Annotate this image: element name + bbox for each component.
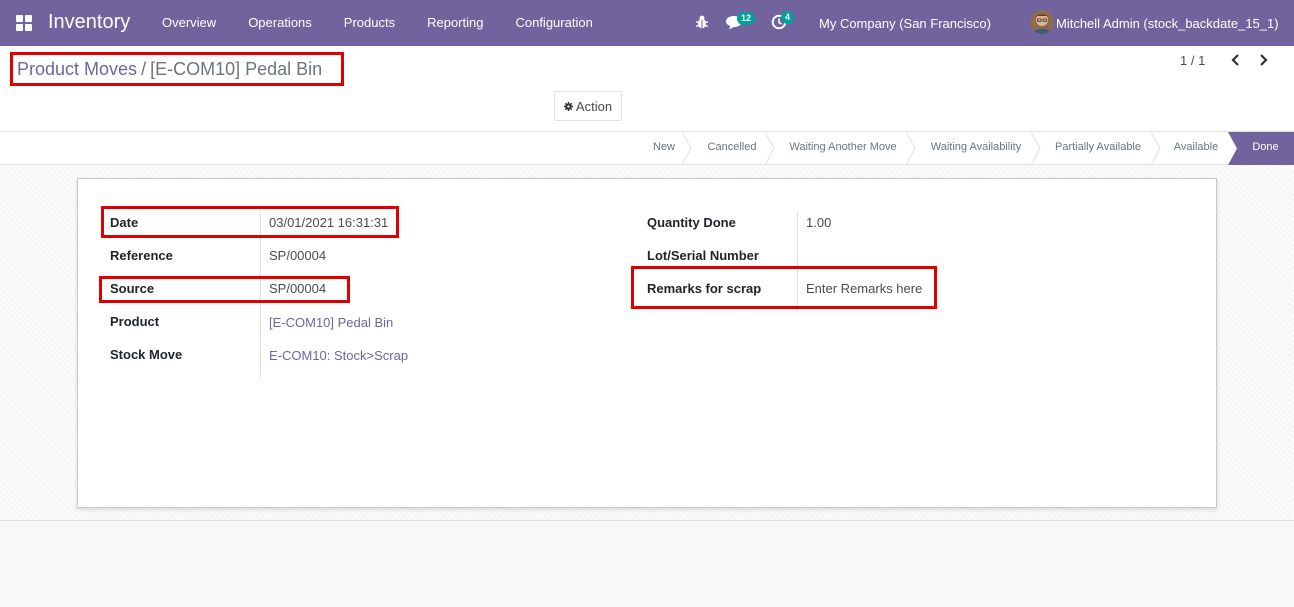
app-name[interactable]: Inventory <box>48 11 130 34</box>
quantity-done-field: 1.00 <box>806 215 832 230</box>
pager-previous-icon[interactable] <box>1228 52 1244 68</box>
stage-waiting-availability: Waiting Availability <box>930 141 1022 153</box>
stage-new: New <box>652 141 675 153</box>
main-menu: Overview Operations Products Reporting C… <box>146 0 609 46</box>
breadcrumb-separator: / <box>141 58 147 79</box>
pager-next-icon[interactable] <box>1255 52 1271 68</box>
control-panel: Product Moves / [E-COM10] Pedal Bin Acti… <box>0 46 1294 132</box>
date-highlight-box <box>101 206 399 238</box>
quantity-done-label: Quantity Done <box>647 215 736 230</box>
messages-count-badge: 12 <box>737 12 756 25</box>
action-button-label: Action <box>575 98 613 114</box>
product-label: Product <box>110 314 160 329</box>
top-navbar: Inventory Overview Operations Products R… <box>0 0 1294 46</box>
stage-partially-available: Partially Available <box>1054 141 1141 153</box>
stage-cancelled: Cancelled <box>707 141 757 153</box>
menu-item-configuration[interactable]: Configuration <box>499 0 608 46</box>
lot-serial-label: Lot/Serial Number <box>647 248 759 263</box>
stock-move-link[interactable]: E-COM10: Stock>Scrap <box>269 348 408 363</box>
menu-item-operations[interactable]: Operations <box>232 0 328 46</box>
company-switcher[interactable]: My Company (San Francisco) <box>819 16 991 31</box>
stock-move-label: Stock Move <box>110 347 183 362</box>
reference-field: SP/00004 <box>269 248 327 263</box>
source-highlight-box <box>99 276 350 303</box>
stage-done-active: Done <box>1237 132 1294 165</box>
user-menu[interactable]: Mitchell Admin (stock_backdate_15_1) <box>1056 16 1279 31</box>
menu-item-overview[interactable]: Overview <box>146 0 232 46</box>
status-bar: New Cancelled Waiting Another Move Waiti… <box>0 132 1294 165</box>
menu-item-products[interactable]: Products <box>328 0 411 46</box>
user-avatar[interactable] <box>1030 10 1054 34</box>
action-button[interactable]: Action <box>554 91 622 121</box>
breadcrumb-parent-link[interactable]: Product Moves <box>17 59 137 80</box>
menu-item-reporting[interactable]: Reporting <box>411 0 499 46</box>
breadcrumb: Product Moves / [E-COM10] Pedal Bin <box>10 52 344 86</box>
pager-value[interactable]: 1 / 1 <box>1180 53 1205 68</box>
activities-count-badge: 4 <box>781 11 795 24</box>
reference-label: Reference <box>110 248 173 263</box>
gear-icon <box>563 101 573 111</box>
breadcrumb-current: [E-COM10] Pedal Bin <box>150 58 323 79</box>
remarks-highlight-box <box>631 266 937 309</box>
product-link[interactable]: [E-COM10] Pedal Bin <box>269 315 393 330</box>
debug-bug-icon[interactable] <box>695 14 709 30</box>
stage-waiting-another-move: Waiting Another Move <box>789 141 897 153</box>
apps-menu-icon[interactable] <box>16 15 32 31</box>
stage-available: Available <box>1173 141 1219 153</box>
